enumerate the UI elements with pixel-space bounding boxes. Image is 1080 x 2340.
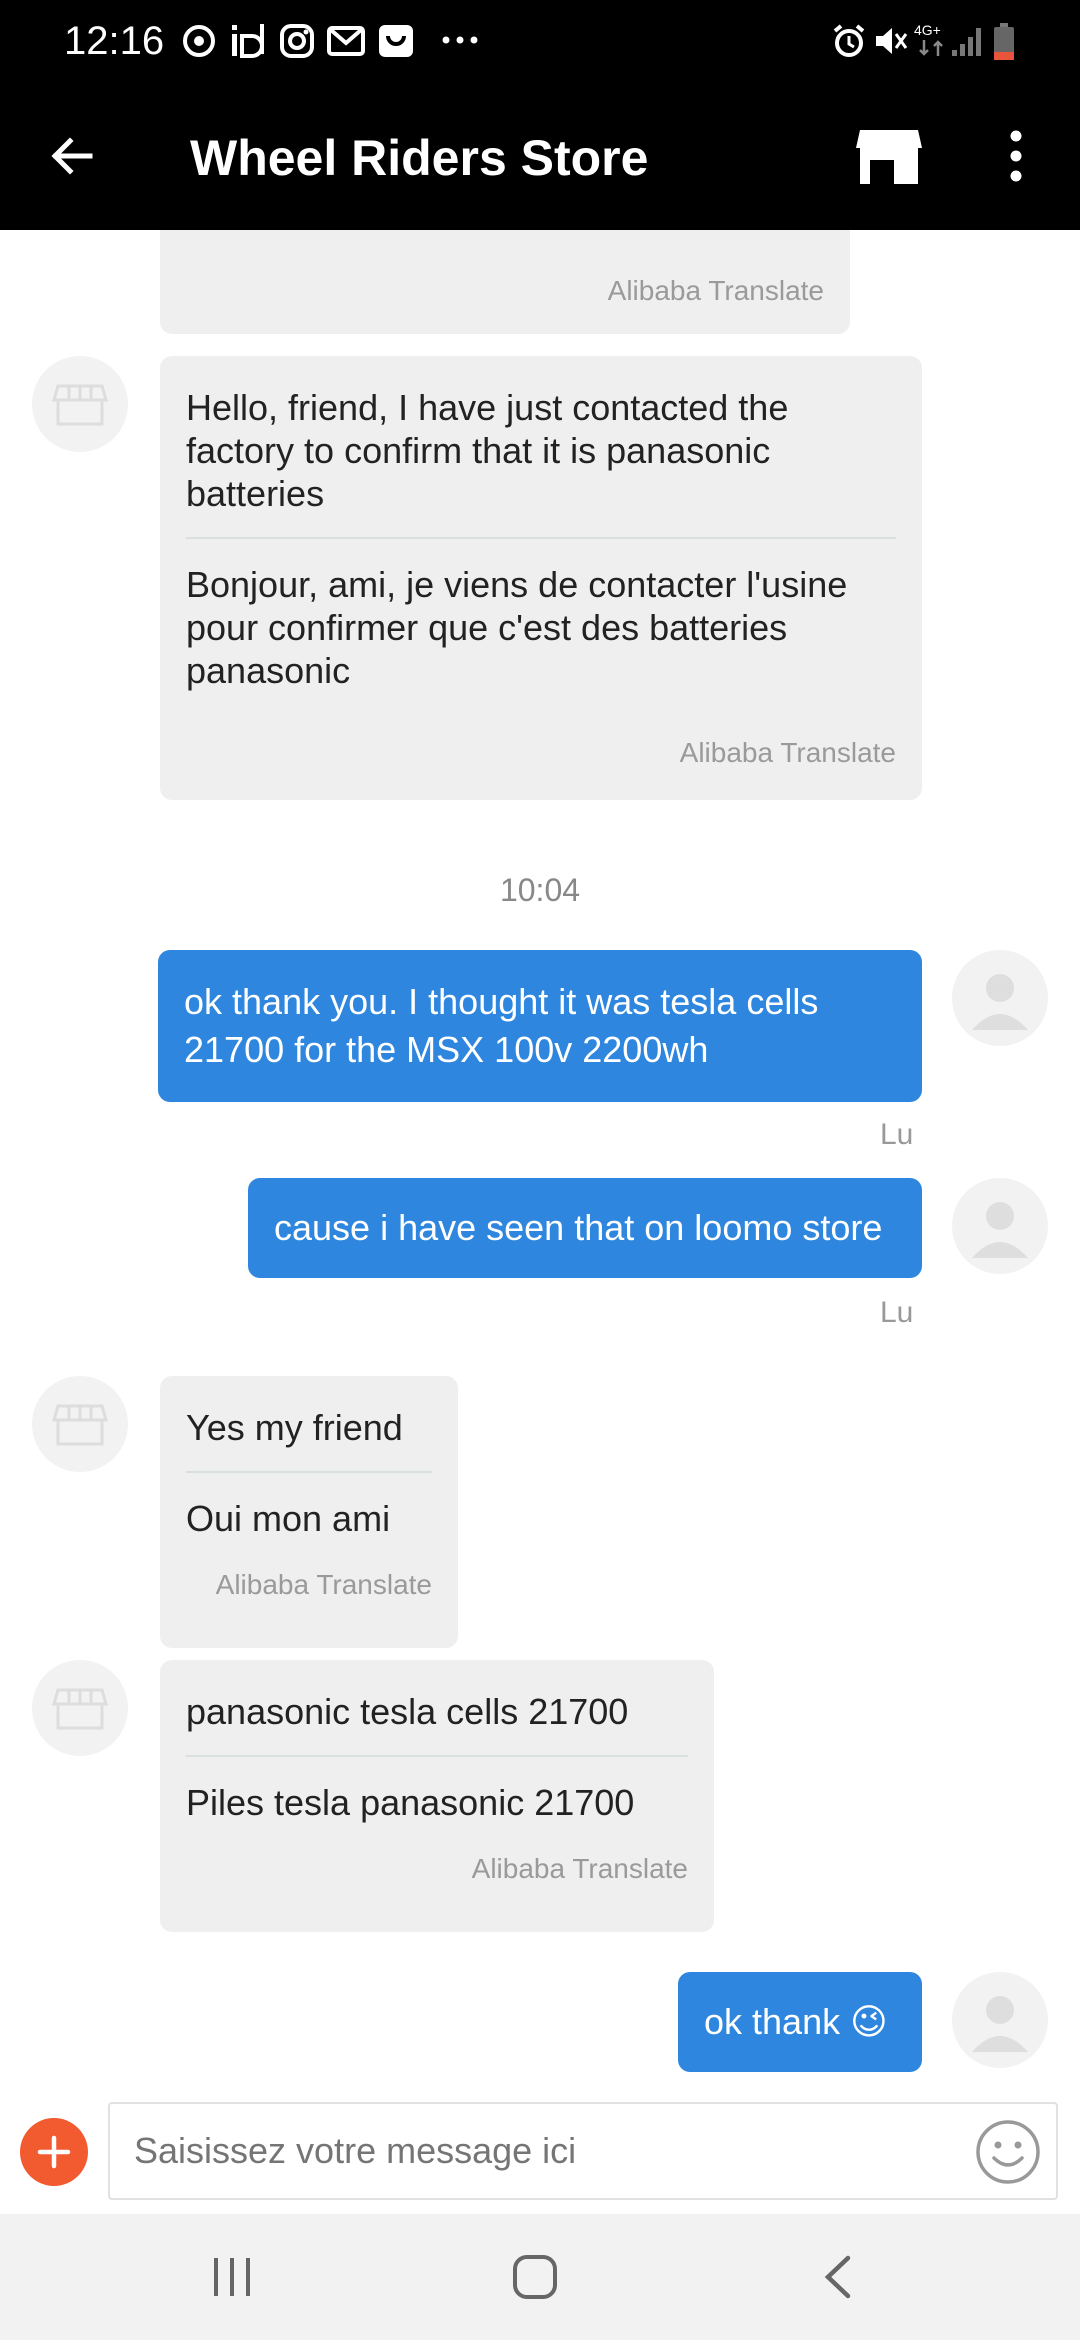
store-avatar-icon [52, 1404, 108, 1446]
more-dots-icon [442, 36, 478, 44]
back-icon[interactable] [820, 2254, 856, 2300]
incoming-message: Alibaba Translate [160, 230, 850, 334]
signal-icon [952, 28, 981, 56]
message-translation-text: Oui mon ami [186, 1498, 391, 1539]
status-bar: 12:16 4G+ [0, 0, 1080, 82]
network-label: 4G+ [914, 22, 941, 38]
home-icon[interactable] [512, 2254, 558, 2300]
outgoing-message: ok thank 😉 [678, 1972, 922, 2072]
translation-divider [186, 1755, 688, 1757]
add-attachment-button[interactable] [20, 2118, 88, 2186]
message-text: ok thank you. I thought it was tesla cel… [184, 981, 819, 1070]
outgoing-message: cause i have seen that on loomo store [248, 1178, 922, 1278]
incoming-message: Yes my friend Oui mon ami Alibaba Transl… [160, 1376, 458, 1648]
message-composer [0, 2090, 1080, 2214]
read-status: Lu [880, 1296, 914, 1329]
incoming-message: Hello, friend, I have just contacted the… [160, 356, 922, 800]
alibaba-translate-label: Alibaba Translate [607, 275, 824, 306]
user-avatar-icon [972, 1202, 1028, 1258]
user-avatar-icon [972, 1996, 1028, 2052]
store-avatar-icon [52, 384, 108, 426]
page-title: Wheel Riders Store [190, 130, 649, 186]
mute-icon [876, 28, 908, 54]
id-icon [232, 24, 264, 58]
more-vert-icon[interactable] [1004, 126, 1028, 186]
time-separator: 10:04 [499, 872, 581, 908]
recent-apps-icon[interactable] [210, 2256, 254, 2298]
message-original-text: Hello, friend, I have just contacted the… [186, 387, 789, 514]
alibaba-translate-label: Alibaba Translate [215, 1569, 432, 1600]
outgoing-message: ok thank you. I thought it was tesla cel… [158, 950, 922, 1102]
sync-icon [183, 25, 215, 57]
alibaba-translate-label: Alibaba Translate [679, 737, 896, 768]
network-4g-icon: 4G+ [914, 22, 950, 62]
alarm-icon [833, 24, 865, 57]
store-avatar-icon [52, 1688, 108, 1730]
battery-icon [994, 23, 1014, 60]
store-avatar[interactable] [32, 1660, 128, 1756]
chat-header: Wheel Riders Store [0, 82, 1080, 230]
user-avatar[interactable] [952, 950, 1048, 1046]
back-arrow-icon[interactable] [48, 132, 96, 180]
alibaba-translate-label: Alibaba Translate [471, 1853, 688, 1884]
shopping-bag-icon [379, 25, 413, 57]
read-status: Lu [880, 1118, 914, 1151]
translation-divider [186, 1471, 432, 1473]
message-translation-text: Bonjour, ami, je viens de contacter l'us… [186, 564, 848, 691]
status-time: 12:16 [64, 19, 165, 63]
store-avatar[interactable] [32, 1376, 128, 1472]
message-translation-text: Piles tesla panasonic 21700 [186, 1782, 635, 1823]
message-original-text: panasonic tesla cells 21700 [186, 1691, 629, 1732]
message-text: ok thank 😉 [704, 2001, 888, 2042]
system-nav-bar [0, 2214, 1080, 2340]
store-icon[interactable] [856, 126, 922, 186]
translation-divider [186, 537, 896, 539]
gmail-icon [327, 26, 365, 56]
store-avatar[interactable] [32, 356, 128, 452]
message-input[interactable] [108, 2102, 1058, 2200]
user-avatar[interactable] [952, 1178, 1048, 1274]
incoming-message: panasonic tesla cells 21700 Piles tesla … [160, 1660, 714, 1932]
smiley-icon[interactable] [974, 2118, 1042, 2186]
user-avatar-icon [972, 974, 1028, 1030]
instagram-icon [280, 24, 314, 58]
message-list[interactable]: Alibaba Translate Hello, friend, I have … [0, 230, 1080, 2110]
message-text: cause i have seen that on loomo store [274, 1207, 883, 1248]
plus-icon [37, 2135, 71, 2169]
message-original-text: Yes my friend [186, 1407, 403, 1448]
user-avatar[interactable] [952, 1972, 1048, 2068]
